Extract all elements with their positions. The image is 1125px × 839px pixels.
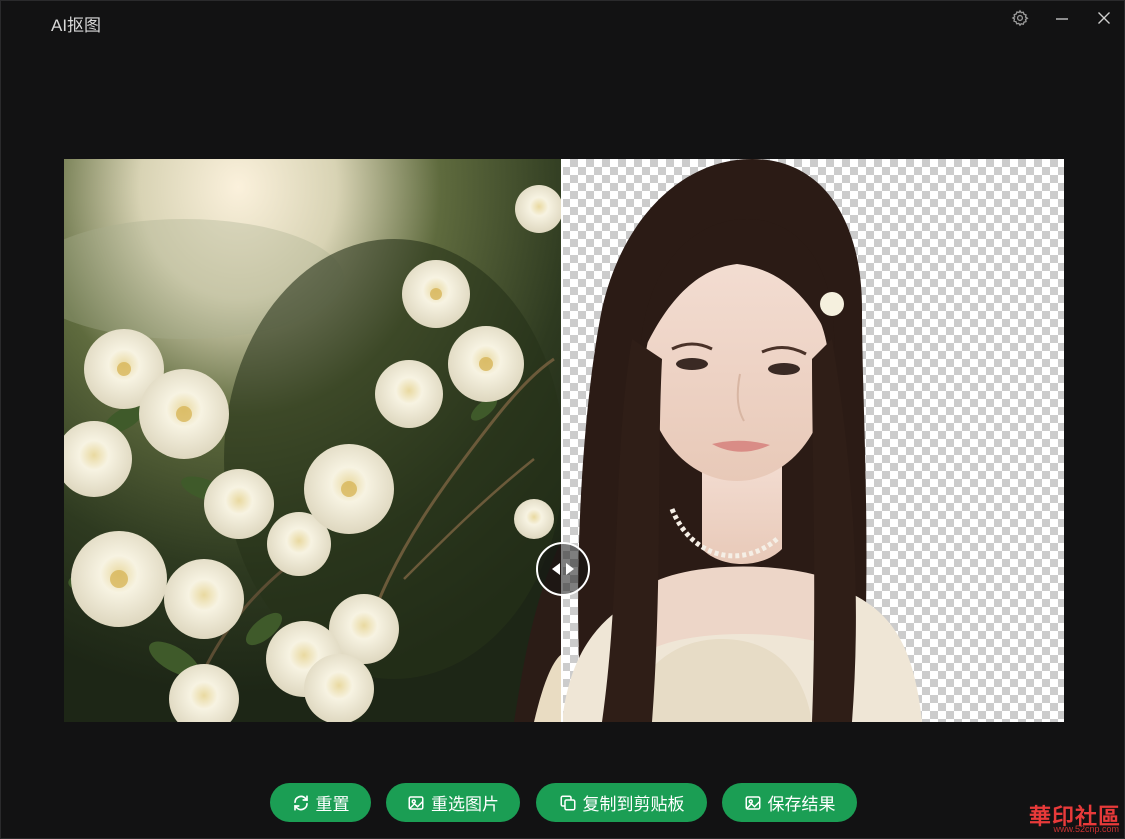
refresh-icon (293, 794, 308, 811)
reselect-image-button[interactable]: 重选图片 (386, 783, 520, 822)
save-result-button[interactable]: 保存结果 (722, 783, 857, 822)
arrow-right-icon (566, 563, 574, 575)
comparison-slider-handle[interactable] (536, 542, 590, 596)
comparison-viewer[interactable] (64, 159, 1064, 722)
close-button[interactable] (1089, 7, 1119, 29)
copy-to-clipboard-label: 复制到剪贴板 (582, 795, 685, 814)
arrow-left-icon (552, 563, 560, 575)
copy-to-clipboard-button[interactable]: 复制到剪贴板 (536, 783, 707, 822)
app-title: AI抠图 (51, 16, 102, 35)
cutout-result-image (562, 159, 1064, 722)
save-result-label: 保存结果 (767, 795, 836, 814)
reselect-image-label: 重选图片 (431, 795, 499, 814)
copy-icon (560, 795, 575, 810)
settings-button[interactable] (1005, 7, 1035, 29)
original-image (64, 159, 562, 722)
minimize-button[interactable] (1047, 7, 1077, 29)
reset-button-label: 重置 (315, 795, 350, 814)
action-bar: 重置 重选图片 复制到剪贴板 保存结果 (1, 783, 1124, 823)
image-save-icon (745, 795, 760, 810)
watermark-url: www.52cnp.com (1053, 824, 1119, 834)
watermark-logo: 華印社區 www.52cnp.com (1001, 797, 1125, 839)
reset-button[interactable]: 重置 (270, 783, 371, 822)
close-icon (1098, 12, 1110, 24)
image-icon (408, 795, 424, 810)
minimize-icon (1056, 18, 1068, 20)
app-window: AI抠图 重置 重选图片 复制到剪贴板 保存结果 華印社區 www.52cnp.… (0, 0, 1125, 839)
comparison-divider[interactable] (561, 159, 563, 722)
title-bar: AI抠图 (1, 1, 1124, 41)
gear-icon (1011, 9, 1029, 27)
